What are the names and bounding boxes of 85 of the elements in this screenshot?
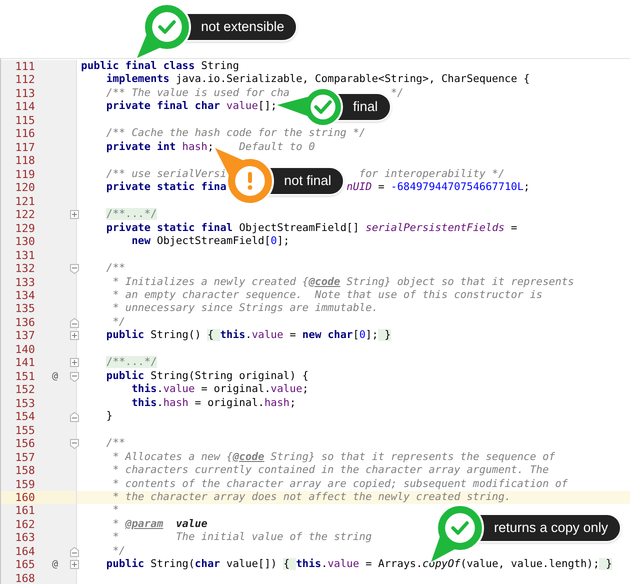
line-number: 133 bbox=[14, 276, 35, 289]
gutter-marker[interactable]: @ bbox=[52, 370, 58, 384]
fold-minus-icon[interactable] bbox=[70, 439, 79, 450]
line-number: 160 bbox=[14, 491, 35, 504]
line-number: 154 bbox=[14, 410, 35, 424]
fold-plus-icon[interactable] bbox=[70, 358, 79, 368]
line-number: 141 bbox=[14, 356, 35, 370]
line-number: 117 bbox=[14, 140, 35, 154]
line-number: 137 bbox=[14, 329, 35, 343]
code-line: * The initial value of the string bbox=[112, 531, 372, 545]
fold-plus-icon[interactable] bbox=[70, 210, 79, 220]
fold-minus-icon[interactable] bbox=[70, 264, 79, 274]
fold-end-icon[interactable] bbox=[70, 412, 79, 422]
line-number: 116 bbox=[14, 127, 35, 141]
code-line: this.hash = original.hash; bbox=[130, 396, 296, 410]
line-number: 161 bbox=[14, 504, 35, 518]
line-number: 111 bbox=[14, 60, 35, 74]
code-line: private final char value[]; bbox=[105, 100, 277, 114]
line-number: 140 bbox=[14, 342, 35, 356]
code-line: public String(char value[]) { this.value = Arrays.copyOf(value, value.length); } bbox=[105, 558, 612, 572]
line-number: 164 bbox=[14, 544, 35, 558]
fold-end-icon[interactable] bbox=[70, 318, 79, 328]
code-line: * contents of the character array are copied; subsequent modification of bbox=[112, 478, 568, 491]
code-line: */ bbox=[112, 544, 126, 558]
line-number: 121 bbox=[14, 194, 35, 208]
line-number: 132 bbox=[14, 262, 35, 276]
fold-minus-icon[interactable] bbox=[70, 372, 79, 382]
code-line: /** bbox=[105, 262, 126, 276]
line-number: 159 bbox=[14, 478, 35, 491]
line-number: 156 bbox=[14, 437, 35, 451]
line-number: 151 bbox=[14, 370, 35, 384]
line-number: 165 bbox=[14, 558, 35, 572]
line-number: 122 bbox=[14, 208, 35, 222]
line-number: 158 bbox=[14, 464, 35, 478]
line-number: 112 bbox=[14, 73, 35, 87]
code-line: * bbox=[112, 504, 119, 518]
line-number: 131 bbox=[14, 248, 35, 262]
line-number: 118 bbox=[14, 154, 35, 168]
code-line: * the character array does not affect the newly created string. bbox=[112, 491, 511, 504]
line-number: 130 bbox=[14, 235, 35, 249]
code-line: new ObjectStreamField[0]; bbox=[130, 235, 290, 249]
code-line: /** Cache the hash code for the string */ bbox=[105, 127, 366, 141]
line-number: 162 bbox=[14, 518, 35, 532]
line-number: 115 bbox=[14, 114, 35, 128]
code-line: private static fina bbox=[105, 181, 226, 195]
code-line: private static final ObjectStreamField[] serialPersistentFields = bbox=[105, 222, 518, 236]
code-line: private int hash; bbox=[105, 140, 214, 154]
code-line: * characters currently contained in the character array argument. The bbox=[112, 464, 549, 478]
line-number: 153 bbox=[14, 396, 35, 410]
code-line: Default to 0 bbox=[239, 140, 315, 154]
fold-end-icon[interactable] bbox=[70, 546, 79, 557]
code-line: implements java.io.Serializable, Comparable<String>, CharSequence { bbox=[105, 73, 530, 87]
line-number: 163 bbox=[14, 531, 35, 545]
code-line: * @param value bbox=[112, 518, 208, 532]
fold-plus-icon[interactable] bbox=[70, 560, 79, 570]
line-number: 136 bbox=[14, 316, 35, 330]
code-line: this.value = original.value; bbox=[130, 383, 309, 397]
code-line: public String(String original) { bbox=[105, 370, 309, 384]
code-line: public final class String bbox=[81, 60, 240, 74]
line-number: 119 bbox=[14, 168, 35, 182]
code-line: /** The value is used for cha bbox=[105, 86, 290, 100]
line-number: 157 bbox=[14, 450, 35, 464]
line-number: 120 bbox=[14, 181, 35, 195]
line-number: 155 bbox=[14, 424, 35, 438]
code-line: /** bbox=[105, 437, 126, 451]
fold-plus-icon[interactable] bbox=[70, 331, 79, 340]
code-line: public String() { this.value = new char[0]; } bbox=[105, 329, 391, 343]
line-number: 135 bbox=[14, 302, 35, 316]
gutter-marker[interactable]: @ bbox=[52, 558, 58, 572]
code-line: * Allocates a new {@code String} so that it represents the sequence of bbox=[112, 450, 556, 464]
line-number: 134 bbox=[14, 288, 35, 302]
code-line: } bbox=[105, 410, 113, 424]
code-line: * unnecessary since Strings are immutable. bbox=[112, 302, 378, 316]
code-line: * an empty character sequence. Note that use of this constructor is bbox=[112, 288, 542, 302]
line-number: 152 bbox=[14, 383, 35, 397]
code-line: */ bbox=[112, 316, 126, 330]
line-number: 168 bbox=[14, 572, 35, 584]
line-number: 129 bbox=[14, 222, 35, 236]
code-line: */ bbox=[390, 86, 404, 100]
line-number: 114 bbox=[14, 100, 35, 114]
code-line: /** use serialVersi bbox=[105, 168, 226, 182]
line-number: 113 bbox=[14, 86, 35, 100]
code-line: for interoperability */ bbox=[359, 168, 505, 182]
code-line: nUID = -6849794470754667710L; bbox=[346, 181, 530, 195]
code-line: * Initializes a newly created {@code String} object so that it represents bbox=[112, 276, 574, 289]
